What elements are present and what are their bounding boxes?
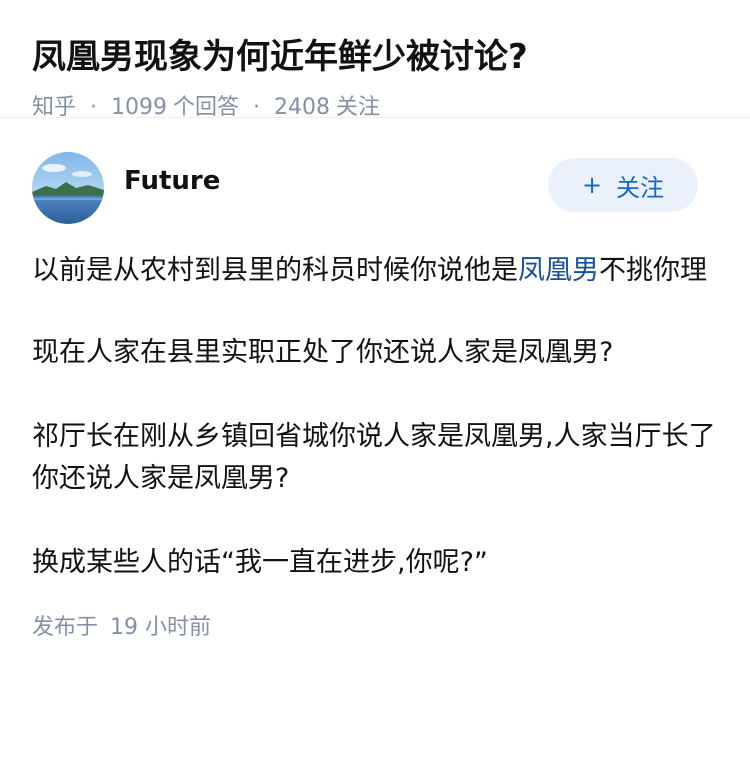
- followers-count: 2408: [274, 95, 331, 120]
- answers-label: 个回答: [173, 95, 240, 120]
- topic-link[interactable]: 凤凰男: [518, 255, 599, 286]
- publish-label: 发布于: [32, 615, 99, 640]
- meta-separator: ·: [90, 95, 98, 120]
- question-title[interactable]: 凤凰男现象为何近年鲜少被讨论?: [32, 32, 718, 82]
- author-row: Future + 关注: [32, 150, 718, 226]
- paragraph-text: 以前是从农村到县里的科员时候你说他是: [32, 255, 518, 286]
- question-header: 凤凰男现象为何近年鲜少被讨论? 知乎 · 1099 个回答 · 2408 关注: [0, 0, 750, 120]
- answer-card: Future + 关注 以前是从农村到县里的科员时候你说他是凤凰男不挑你理 现在…: [0, 118, 750, 644]
- answer-content: 以前是从农村到县里的科员时候你说他是凤凰男不挑你理 现在人家在县里实职正处了你还…: [32, 250, 718, 584]
- meta-separator: ·: [253, 95, 261, 120]
- answer-paragraph: 以前是从农村到县里的科员时候你说他是凤凰男不挑你理: [32, 250, 718, 292]
- answer-paragraph: 祁厅长在刚从乡镇回省城你说人家是凤凰男,人家当厅长了你还说人家是凤凰男?: [32, 421, 716, 494]
- followers-label: 关注: [336, 95, 381, 120]
- publish-time: 发布于 19 小时前: [32, 612, 718, 644]
- follow-button[interactable]: + 关注: [548, 158, 698, 212]
- plus-icon: +: [581, 171, 603, 199]
- publish-time-value: 19 小时前: [110, 615, 212, 640]
- avatar-landscape-icon[interactable]: [32, 152, 104, 224]
- source-label[interactable]: 知乎: [32, 92, 76, 124]
- author-name[interactable]: Future: [124, 166, 220, 196]
- follow-label: 关注: [616, 173, 665, 202]
- answer-paragraph: 现在人家在县里实职正处了你还说人家是凤凰男?: [32, 337, 614, 368]
- paragraph-text: 不挑你理: [599, 255, 707, 286]
- answer-paragraph: 换成某些人的话“我一直在进步,你呢?”: [32, 547, 488, 578]
- answers-count: 1099: [111, 95, 168, 120]
